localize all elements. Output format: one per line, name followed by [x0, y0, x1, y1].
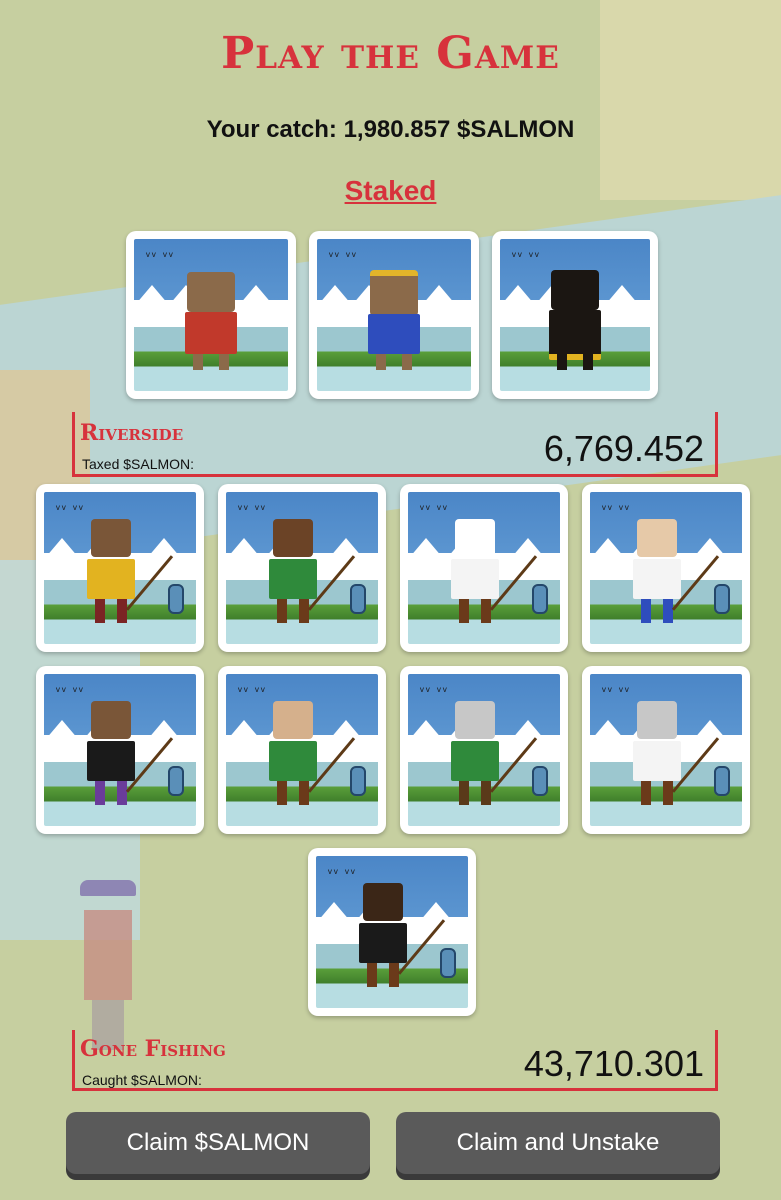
- claim-salmon-button[interactable]: Claim $SALMON: [66, 1112, 370, 1174]
- staked-bear-card[interactable]: ᵛᵛ ᵛᵛ: [126, 231, 296, 399]
- gone-fishing-subtitle: Caught $SALMON:: [82, 1072, 202, 1088]
- background-fisherman: [78, 880, 138, 1050]
- staked-bear-card[interactable]: ᵛᵛ ᵛᵛ: [309, 231, 479, 399]
- riverside-subtitle: Taxed $SALMON:: [82, 456, 195, 472]
- gone-fishing-title: Gone Fishing: [80, 1036, 226, 1062]
- fisherman-card[interactable]: ᵛᵛ ᵛᵛ: [36, 484, 204, 652]
- fisherman-card[interactable]: ᵛᵛ ᵛᵛ: [582, 484, 750, 652]
- staked-label: Staked: [344, 175, 437, 206]
- fisherman-card[interactable]: ᵛᵛ ᵛᵛ: [218, 666, 386, 834]
- fisherman-card[interactable]: ᵛᵛ ᵛᵛ: [582, 666, 750, 834]
- fisherman-card[interactable]: ᵛᵛ ᵛᵛ: [308, 848, 476, 1016]
- catch-amount: Your catch: 1,980.857 $SALMON: [206, 116, 575, 143]
- fisherman-card[interactable]: ᵛᵛ ᵛᵛ: [36, 666, 204, 834]
- fisherman-card[interactable]: ᵛᵛ ᵛᵛ: [400, 666, 568, 834]
- gone-fishing-value: 43,710.301: [523, 1043, 704, 1084]
- riverside-value: 6,769.452: [543, 428, 704, 469]
- riverside-title: Riverside: [80, 420, 184, 446]
- fisherman-card[interactable]: ᵛᵛ ᵛᵛ: [218, 484, 386, 652]
- fisherman-card[interactable]: ᵛᵛ ᵛᵛ: [400, 484, 568, 652]
- staked-bear-card[interactable]: ᵛᵛ ᵛᵛ: [492, 231, 658, 399]
- page-title: Play the Game: [221, 28, 560, 79]
- claim-and-unstake-button[interactable]: Claim and Unstake: [396, 1112, 720, 1174]
